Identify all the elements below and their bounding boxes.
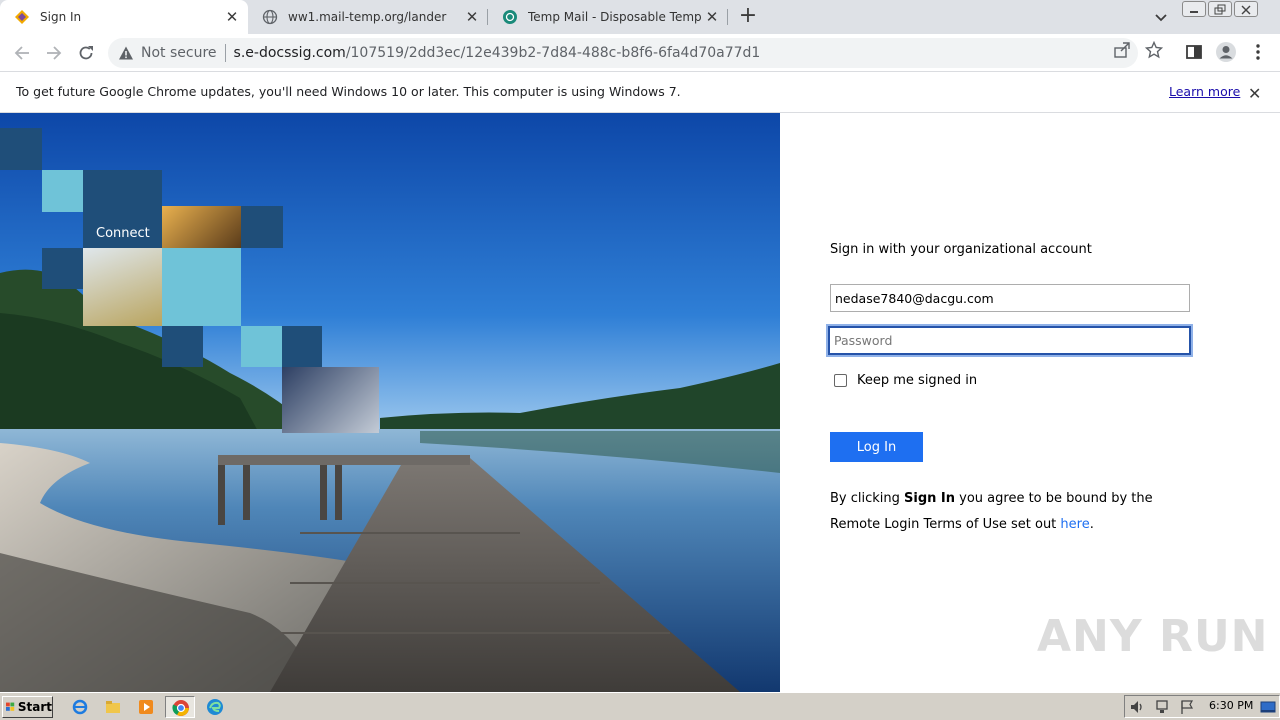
mosaic-tile bbox=[162, 248, 241, 326]
share-icon[interactable] bbox=[1113, 41, 1131, 59]
page-content: Connect Sign in with your organizational… bbox=[0, 113, 1280, 692]
terms-bold: Sign In bbox=[904, 491, 956, 506]
omnibox-divider bbox=[224, 44, 226, 62]
chrome-icon bbox=[172, 700, 189, 716]
connect-caption: Connect bbox=[96, 226, 150, 241]
start-label: Start bbox=[17, 700, 52, 714]
email-field[interactable] bbox=[830, 284, 1190, 312]
close-window-button[interactable] bbox=[1234, 1, 1258, 17]
back-icon[interactable] bbox=[12, 43, 32, 63]
terms-text: By clicking Sign In you agree to be boun… bbox=[830, 486, 1200, 538]
login-heading: Sign in with your organizational account bbox=[830, 242, 1092, 257]
browser-toolbar: Not secure s.e-docssig.com /107519/2dd3e… bbox=[0, 34, 1280, 72]
login-button[interactable]: Log In bbox=[830, 432, 923, 462]
show-desktop-icon[interactable] bbox=[1260, 699, 1276, 715]
action-center-flag-icon[interactable] bbox=[1179, 699, 1195, 715]
warning-icon bbox=[119, 46, 133, 60]
keep-signed-in-checkbox[interactable] bbox=[834, 374, 847, 387]
forward-icon[interactable] bbox=[44, 43, 64, 63]
profile-avatar-icon[interactable] bbox=[1215, 41, 1237, 63]
tab-mail-temp-lander[interactable]: ww1.mail-temp.org/lander ✕ bbox=[248, 0, 488, 34]
security-label: Not secure bbox=[141, 45, 217, 61]
kebab-menu-icon[interactable] bbox=[1248, 42, 1268, 62]
mosaic-tile bbox=[42, 170, 83, 212]
learn-more-link[interactable]: Learn more bbox=[1169, 84, 1240, 99]
bookmark-star-icon[interactable] bbox=[1145, 41, 1163, 59]
close-icon bbox=[1241, 5, 1251, 15]
adfs-diamond-icon bbox=[15, 10, 29, 24]
tab-title: Sign In bbox=[40, 10, 82, 24]
globe-icon bbox=[262, 9, 278, 25]
media-player-icon[interactable] bbox=[137, 698, 155, 716]
close-icon[interactable]: ✕ bbox=[222, 8, 242, 26]
windows-logo-icon bbox=[6, 702, 15, 711]
hero-illustration: Connect bbox=[0, 113, 780, 692]
taskbar-clock: 6:30 PM bbox=[1209, 699, 1254, 712]
mosaic-tile bbox=[162, 326, 203, 367]
mosaic-tile bbox=[241, 206, 283, 248]
infobar-message: To get future Google Chrome updates, you… bbox=[16, 84, 681, 99]
edge-icon[interactable] bbox=[206, 698, 224, 716]
close-icon[interactable]: ✕ bbox=[462, 8, 482, 26]
new-tab-button[interactable]: + bbox=[737, 4, 759, 30]
photo-tile-sunset bbox=[162, 206, 241, 248]
windows-taskbar: Start 6:30 PM bbox=[0, 692, 1280, 720]
tempmail-icon bbox=[503, 10, 517, 24]
tab-sign-in[interactable]: Sign In ✕ bbox=[0, 0, 248, 34]
tab-strip: Sign In ✕ ww1.mail-temp.org/lander ✕ Tem… bbox=[0, 0, 1280, 34]
minimize-button[interactable] bbox=[1182, 1, 1206, 17]
window-controls bbox=[1182, 1, 1258, 18]
start-button[interactable]: Start bbox=[2, 696, 53, 718]
photo-tile-person bbox=[83, 248, 162, 326]
mosaic-tile bbox=[241, 326, 282, 367]
chevron-down-icon[interactable] bbox=[1152, 8, 1170, 26]
ie-icon[interactable] bbox=[71, 698, 89, 716]
reload-icon[interactable] bbox=[76, 43, 96, 63]
mosaic-tile bbox=[282, 326, 322, 367]
minimize-icon bbox=[1190, 11, 1198, 13]
tab-title: ww1.mail-temp.org/lander bbox=[288, 10, 447, 24]
photo-tile-handshake bbox=[282, 367, 379, 433]
keep-signed-in-label: Keep me signed in bbox=[857, 373, 978, 388]
volume-icon[interactable] bbox=[1129, 699, 1145, 715]
tab-title: Temp Mail - Disposable Temporary Em bbox=[528, 10, 702, 24]
restore-button[interactable] bbox=[1208, 1, 1232, 17]
tab-separator bbox=[727, 9, 728, 25]
terms-prefix: By clicking bbox=[830, 491, 905, 506]
mosaic-tile bbox=[0, 128, 42, 170]
network-icon[interactable] bbox=[1154, 699, 1170, 715]
close-icon[interactable]: ✕ bbox=[1248, 84, 1261, 103]
address-bar[interactable]: Not secure s.e-docssig.com /107519/2dd3e… bbox=[108, 38, 1138, 68]
taskbar-chrome-active[interactable] bbox=[165, 696, 195, 718]
update-infobar: To get future Google Chrome updates, you… bbox=[0, 72, 1280, 113]
side-panel-icon[interactable] bbox=[1184, 42, 1204, 62]
url-host: s.e-docssig.com bbox=[233, 45, 346, 61]
mosaic-tile bbox=[42, 248, 83, 289]
terms-here-link[interactable]: here bbox=[1060, 517, 1089, 532]
restore-icon bbox=[1214, 4, 1226, 15]
url-path: /107519/2dd3ec/12e439b2-7d84-488c-b8f6-6… bbox=[345, 45, 761, 61]
password-field[interactable] bbox=[826, 324, 1193, 357]
tab-temp-mail[interactable]: Temp Mail - Disposable Temporary Em ✕ bbox=[488, 0, 728, 34]
close-icon[interactable]: ✕ bbox=[702, 8, 722, 26]
anyrun-watermark: ANY RUN bbox=[1037, 611, 1269, 662]
terms-suffix: . bbox=[1089, 517, 1094, 532]
explorer-icon[interactable] bbox=[104, 698, 122, 716]
system-tray: 6:30 PM bbox=[1124, 695, 1280, 718]
